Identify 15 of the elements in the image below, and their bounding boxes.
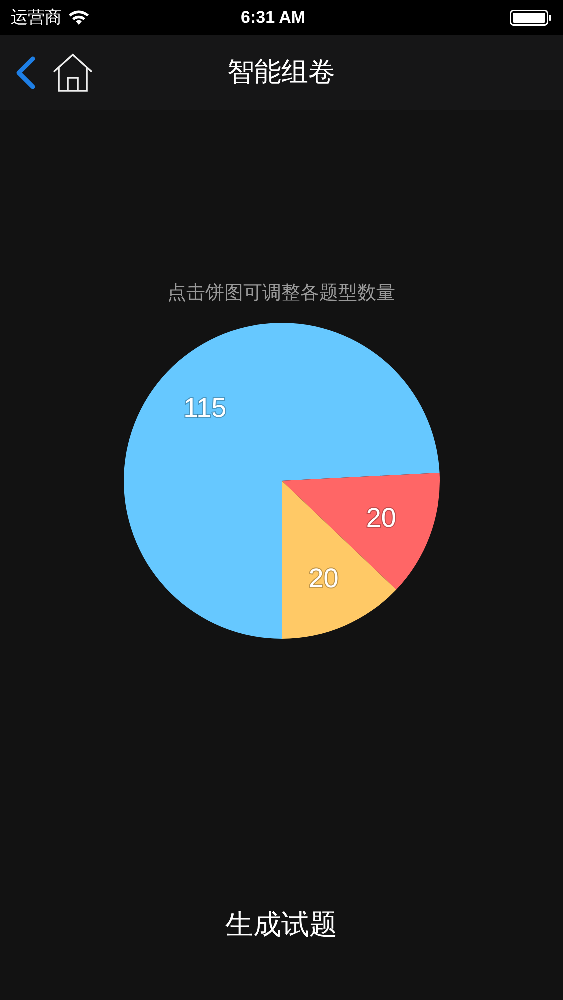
hint-text: 点击饼图可调整各题型数量 (168, 282, 396, 306)
back-icon[interactable] (14, 56, 36, 90)
pie-slice[interactable] (282, 472, 440, 590)
slice-label: 20 (308, 562, 338, 593)
clock-label: 6:31 AM (241, 6, 306, 29)
page-title: 智能组卷 (226, 56, 336, 90)
home-icon[interactable] (52, 52, 94, 92)
generate-button[interactable]: 生成试题 (210, 900, 354, 950)
pie-slice[interactable] (282, 480, 396, 638)
pie-slice[interactable] (124, 322, 440, 638)
slice-label: 115 (183, 392, 226, 422)
battery-icon (510, 10, 552, 26)
slice-label: 20 (366, 502, 396, 532)
wifi-icon (68, 10, 90, 26)
carrier-label: 运营商 (11, 6, 62, 29)
